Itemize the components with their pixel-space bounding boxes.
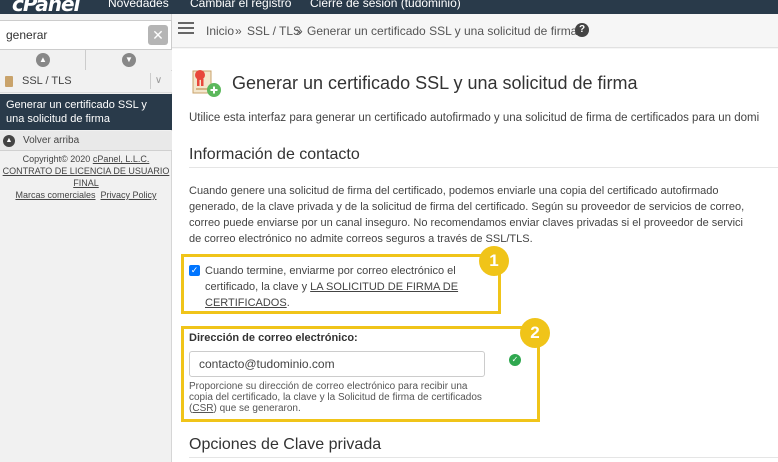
chevron-up-icon: ▲ [36,53,50,67]
email-help-end: ) que se generaron. [213,403,301,414]
back-to-top-link[interactable]: ▲ Volver arriba [0,131,172,151]
breadcrumb-current: Generar un certificado SSL y una solicit… [307,24,578,38]
email-field[interactable] [189,351,485,377]
breadcrumb: Inicio » SSL / TLS » Generar un certific… [172,14,778,48]
breadcrumb-separator: » [235,24,242,38]
step-badge-1: 1 [479,246,509,276]
nav-logout-link[interactable]: Cierre de sesión (tudominio) [310,0,461,10]
scroll-up-button[interactable]: ▲ [0,50,86,70]
description-line: de correo electrónico no admite correos … [189,233,533,245]
search-input[interactable] [6,26,136,44]
private-key-section-title: Opciones de Clave privada [189,436,382,453]
sidebar-item-generate-ssl[interactable]: Generar un certificado SSL y una solicit… [0,94,172,130]
cpanel-logo[interactable]: cPanel [12,0,80,14]
nav-news-link[interactable]: Novedades [108,0,169,10]
send-email-checkbox-label[interactable]: Cuando termine, enviarme por correo elec… [205,263,490,311]
back-to-top-label: Volver arriba [23,135,80,146]
certificate-icon [5,76,13,87]
breadcrumb-ssl-tls[interactable]: SSL / TLS [247,24,301,38]
sidebar: ✕ ▲ ▼ SSL / TLS ∨ Generar un certificado… [0,14,172,462]
csr-abbreviation: CSR [192,403,214,414]
intro-text: Utilice esta interfaz para generar un ce… [189,112,760,124]
breadcrumb-home[interactable]: Inicio [206,24,234,38]
scroll-down-button[interactable]: ▼ [86,50,172,70]
license-link[interactable]: CONTRATO DE LICENCIA DE USUARIO FINAL [3,166,170,188]
main-content: Generar un certificado SSL y una solicit… [172,49,778,462]
contact-description: Cuando genere una solicitud de firma del… [189,183,778,247]
copyright-text: Copyright© 2020 [22,154,93,164]
send-email-checkbox[interactable]: ✓ [189,265,200,276]
checkbox-label-end: . [286,297,290,309]
ssl-certificate-add-icon [192,70,221,97]
step-badge-2: 2 [520,318,550,348]
description-line: correo puede enviarse por un canal inseg… [189,217,743,229]
section-divider [189,167,778,168]
clear-search-icon[interactable]: ✕ [148,25,168,45]
contact-section-title: Información de contacto [189,146,360,163]
chevron-down-icon: ▼ [122,53,136,67]
menu-toggle-icon[interactable] [178,22,194,34]
help-icon[interactable]: ? [575,23,589,37]
breadcrumb-separator: » [296,24,303,38]
sidebar-category-ssl-tls[interactable]: SSL / TLS ∨ [0,71,172,93]
company-link[interactable]: cPanel, L.L.C. [93,154,150,164]
description-line: Cuando genere una solicitud de firma del… [189,185,719,197]
arrow-up-icon: ▲ [3,135,15,147]
valid-check-icon: ✓ [509,354,521,366]
email-field-label: Dirección de correo electrónico: [189,332,358,344]
page-title: Generar un certificado SSL y una solicit… [232,73,638,93]
sidebar-category-label: SSL / TLS [22,75,72,87]
description-line: generado, de la clave privada y de la so… [189,201,745,213]
sidebar-scroll-controls: ▲ ▼ [0,50,172,70]
privacy-link[interactable]: Privacy Policy [101,190,157,200]
section-divider [189,457,778,458]
sidebar-search: ✕ [0,20,172,50]
nav-changelog-link[interactable]: Cambiar el registro [190,0,291,10]
sidebar-footer: Copyright© 2020 cPanel, L.L.C. CONTRATO … [0,153,172,201]
top-navbar: cPanel Novedades Cambiar el registro Cie… [0,0,778,14]
chevron-down-icon[interactable]: ∨ [150,73,166,89]
trademarks-link[interactable]: Marcas comerciales [15,190,95,200]
email-help-text: Proporcione su dirección de correo elect… [189,381,489,414]
